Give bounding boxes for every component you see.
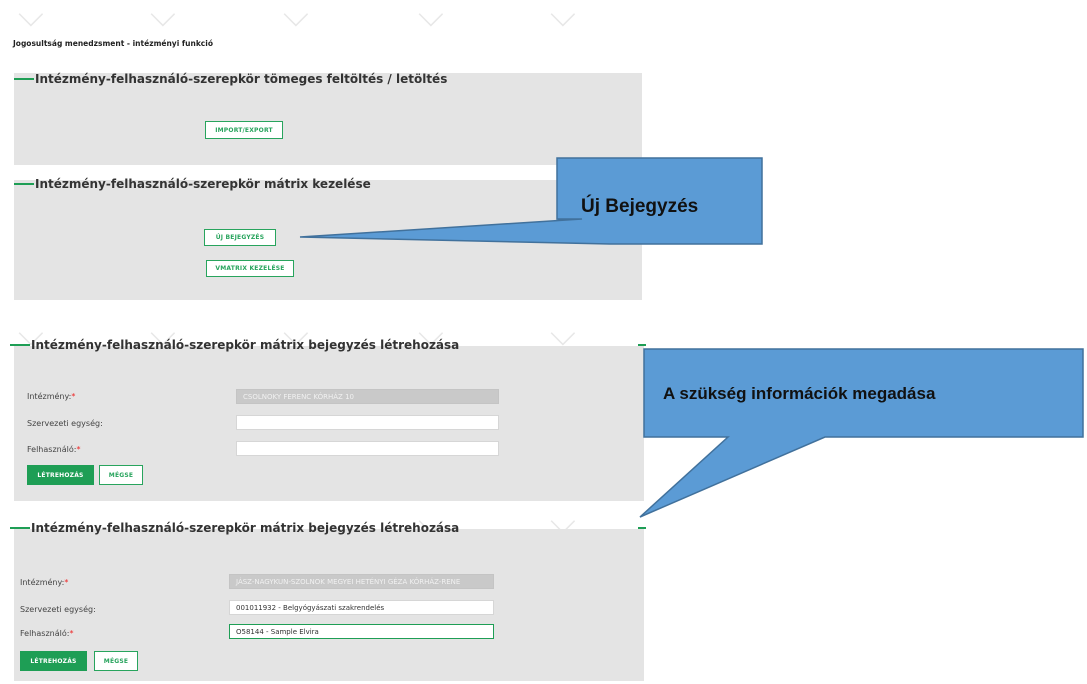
callout-overlay (299, 157, 1084, 518)
callout-info-text: A szükség információk megadása (663, 384, 936, 403)
callout-info-shape (639, 348, 1084, 518)
callout-new-entry-text: Új Bejegyzés (581, 196, 699, 217)
